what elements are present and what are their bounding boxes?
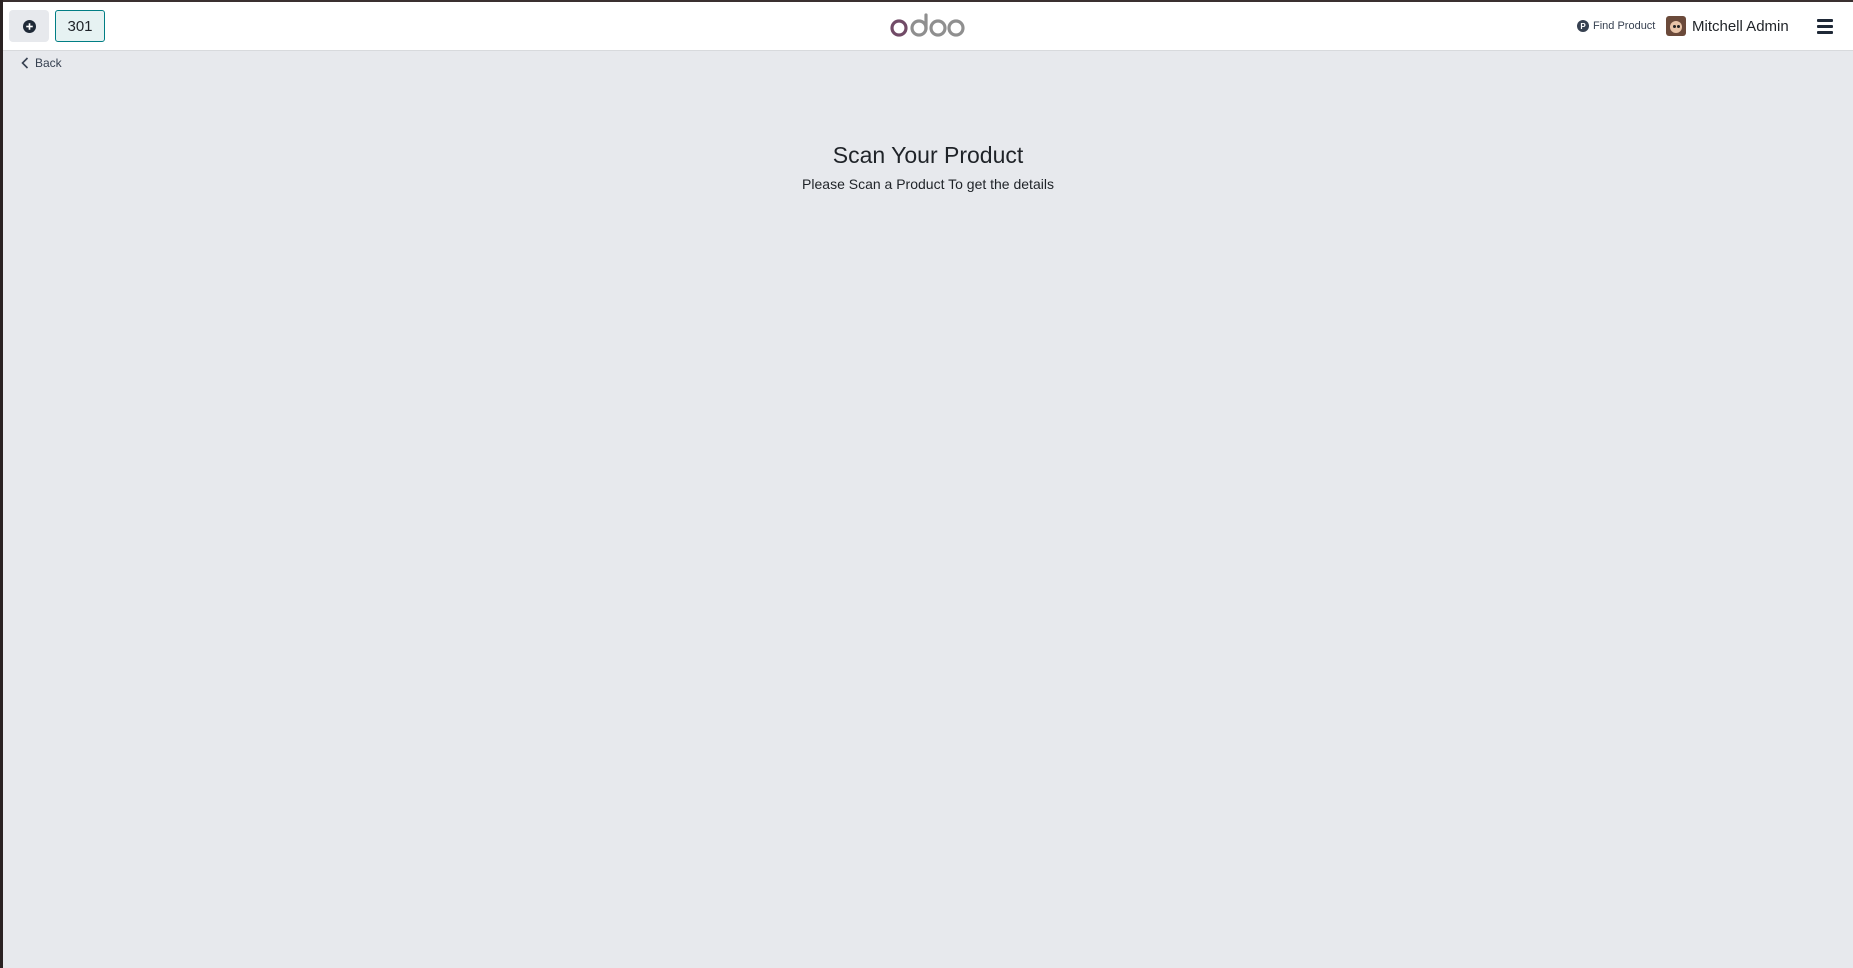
user-menu[interactable]: Mitchell Admin: [1666, 14, 1789, 38]
odoo-logo: [890, 13, 965, 37]
find-product-label: Find Product: [1593, 20, 1656, 32]
top-navbar: 301 P Find Product Mitchell Admin: [3, 2, 1853, 51]
product-p-icon: P: [1577, 20, 1589, 32]
hamburger-menu-button[interactable]: [1815, 17, 1835, 35]
find-product-button[interactable]: P Find Product: [1577, 16, 1655, 36]
chevron-left-icon: [21, 57, 29, 69]
order-number-button[interactable]: 301: [55, 10, 105, 42]
app-window: 301 P Find Product Mitchell Admin Back S…: [3, 2, 1853, 968]
screen: 301 P Find Product Mitchell Admin Back S…: [0, 0, 1853, 968]
page-title: Scan Your Product: [832, 142, 1024, 168]
scan-prompt: Scan Your Product Please Scan a Product …: [3, 140, 1853, 194]
page-subtitle: Please Scan a Product To get the details: [802, 176, 1054, 192]
avatar: [1666, 16, 1686, 36]
plus-circle-icon: [22, 19, 36, 33]
back-link[interactable]: Back: [21, 56, 62, 70]
user-name: Mitchell Admin: [1692, 17, 1789, 35]
hamburger-icon: [1817, 19, 1833, 22]
add-order-button[interactable]: [9, 10, 49, 42]
back-label: Back: [35, 56, 62, 70]
